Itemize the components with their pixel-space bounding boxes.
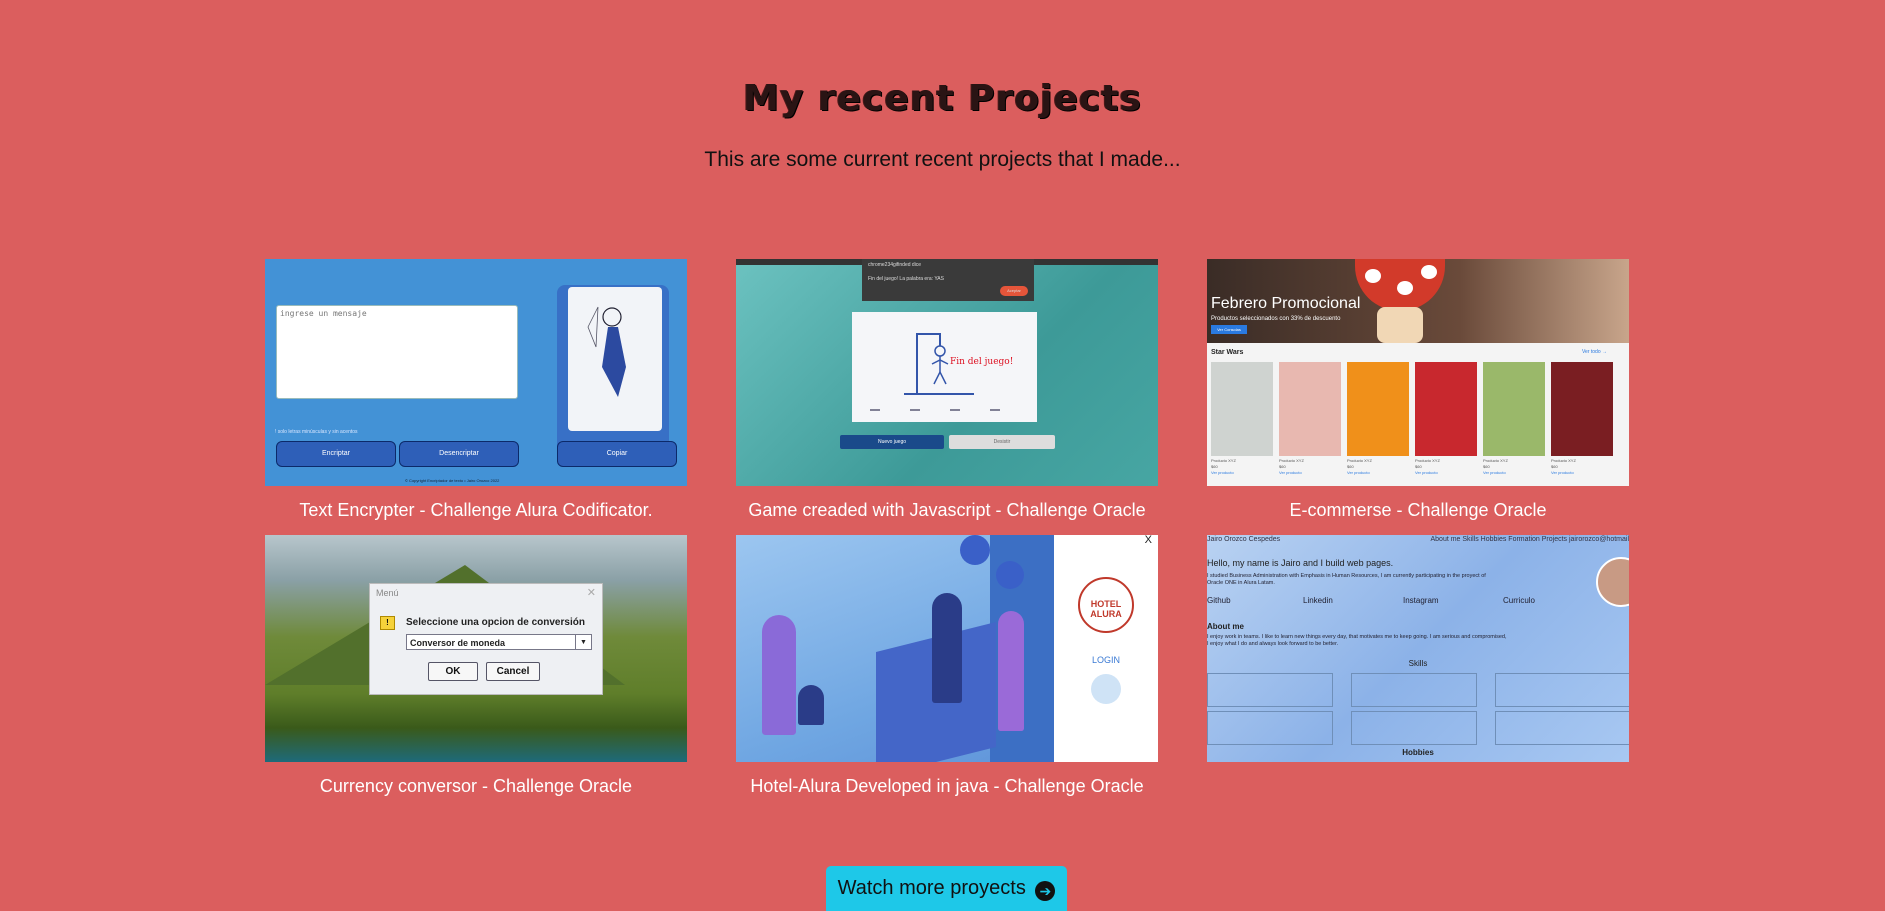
section-subtitle: This are some current recent projects th…: [704, 148, 1181, 171]
thumb-login-text: LOGIN: [1091, 655, 1120, 665]
watch-more-button[interactable]: Watch more proyects ➔: [826, 866, 1067, 911]
project-thumbnail[interactable]: Febrero Promocional Productos selecciona…: [1207, 259, 1629, 486]
thumb-hobbies-title: Hobbies: [1402, 748, 1434, 757]
thumb-hangman-board: Fin del juego!: [852, 312, 1037, 422]
thumb-skill-box: [1351, 673, 1477, 707]
project-card-portfolio[interactable]: Jairo Orozco Cespedes About me Skills Ho…: [1207, 535, 1629, 762]
thumb-hotel-logo: HOTEL ALURA: [1078, 577, 1134, 633]
thumb-hero-subtitle: Productos seleccionados con 33% de descu…: [1211, 316, 1341, 322]
thumb-footer: © Copyright Encriptador de texto • Jairo…: [405, 478, 500, 483]
thumb-product-image: [1415, 362, 1477, 456]
thumb-window-title: Menú: [376, 588, 399, 598]
thumb-category-title: Star Wars: [1211, 349, 1244, 356]
project-card-hotel[interactable]: X HOTEL ALURA LOGIN Hotel-Alura Develope…: [736, 535, 1158, 797]
thumb-product-label: Producto XYZ $60 Ver producto: [1551, 458, 1576, 475]
thumb-dialog-window: Menú ✕ ! Seleccione una opcion de conver…: [369, 583, 603, 695]
thumb-dialog-ok: Aceptar: [1000, 286, 1028, 296]
thumb-decrypt-button: Desencriptar: [399, 441, 519, 467]
thumb-product-label: Producto XYZ $60 Ver producto: [1211, 458, 1236, 475]
thumb-about-title: About me: [1207, 622, 1244, 631]
thumb-prompt: Seleccione una opcion de conversión: [406, 617, 585, 628]
watch-more-label: Watch more proyects: [837, 877, 1026, 899]
arrow-right-circle-icon: ➔: [1035, 881, 1056, 901]
project-thumbnail[interactable]: chrome234gifinded dice Fin del juego! La…: [736, 259, 1158, 486]
thumb-product-label: Producto XYZ $60 Ver producto: [1279, 458, 1304, 475]
thumb-about-text: I enjoy work in teams. I like to learn n…: [1207, 634, 1507, 647]
thumb-link-github: Github: [1207, 596, 1231, 605]
project-caption[interactable]: Text Encrypter - Challenge Alura Codific…: [265, 500, 687, 521]
thumb-product-label: Producto XYZ $60 Ver producto: [1347, 458, 1372, 475]
project-card-encrypter[interactable]: ingrese un mensaje ! solo letras minúscu…: [265, 259, 687, 521]
thumb-product-image: [1551, 362, 1613, 456]
thumb-person: [932, 593, 962, 703]
thumb-encrypt-button: Encriptar: [276, 441, 396, 467]
thumb-product-image: [1347, 362, 1409, 456]
thumb-skill-box: [1351, 711, 1477, 745]
thumb-skill-box: [1207, 673, 1333, 707]
thumb-hero-title: Febrero Promocional: [1211, 295, 1361, 312]
thumb-hello: Hello, my name is Jairo and I build web …: [1207, 558, 1394, 568]
thumb-product-label: Producto XYZ $60 Ver producto: [1415, 458, 1440, 475]
thumb-select: Conversor de moneda ▼: [406, 634, 592, 650]
project-caption[interactable]: Currency conversor - Challenge Oracle: [265, 776, 687, 797]
projects-grid: ingrese un mensaje ! solo letras minúscu…: [265, 259, 1629, 799]
project-card-currency[interactable]: Menú ✕ ! Seleccione una opcion de conver…: [265, 535, 687, 797]
thumb-person: [762, 615, 796, 735]
thumb-link-instagram: Instagram: [1403, 596, 1439, 605]
thumb-description: I studied Business Administration with E…: [1207, 573, 1486, 586]
thumb-note: ! solo letras minúsculas y sin acentos: [275, 429, 358, 435]
thumb-skill-box: [1495, 711, 1629, 745]
thumb-balloon: [996, 561, 1024, 589]
thumb-skill-box: [1207, 711, 1333, 745]
project-thumbnail[interactable]: X HOTEL ALURA LOGIN: [736, 535, 1158, 762]
thumb-product-image: [1211, 362, 1273, 456]
thumb-suitcase: [798, 685, 824, 725]
thumb-skills-title: Skills: [1408, 659, 1428, 668]
project-thumbnail[interactable]: Jairo Orozco Cespedes About me Skills Ho…: [1207, 535, 1629, 762]
thumb-new-game-button: Nuevo juego: [840, 435, 944, 449]
thumb-product-image: [1483, 362, 1545, 456]
project-caption[interactable]: Game creaded with Javascript - Challenge…: [736, 500, 1158, 521]
thumb-cancel-button: Cancel: [486, 662, 540, 681]
thumb-alert-dialog: chrome234gifinded dice Fin del juego! La…: [862, 259, 1034, 301]
project-card-ecommerce[interactable]: Febrero Promocional Productos selecciona…: [1207, 259, 1629, 521]
thumb-see-all-link: Ver todo →: [1581, 349, 1607, 355]
thumb-link-linkedin: Linkedin: [1303, 596, 1333, 605]
thumb-nav-links: About me Skills Hobbies Formation Projec…: [1430, 536, 1629, 543]
thumb-ok-button: OK: [428, 662, 478, 681]
thumb-avatar: [1596, 557, 1629, 607]
warning-icon: !: [380, 616, 395, 630]
thumb-skill-box: [1495, 673, 1629, 707]
thumb-product-label: Producto XYZ $60 Ver producto: [1483, 458, 1508, 475]
thumb-dialog-line2: Fin del juego! La palabra era: YAS: [868, 276, 944, 282]
thumb-copy-button: Copiar: [557, 441, 677, 467]
close-icon: X: [1144, 535, 1152, 546]
thumb-textarea: ingrese un mensaje: [276, 305, 518, 399]
project-card-hangman[interactable]: chrome234gifinded dice Fin del juego! La…: [736, 259, 1158, 521]
thumb-product-image: [1279, 362, 1341, 456]
thumb-balloon: [960, 535, 990, 565]
section-title: My recent Projects: [743, 78, 1142, 119]
chevron-down-icon: ▼: [575, 635, 591, 649]
close-icon: ✕: [586, 587, 596, 599]
thumb-dialog-line1: chrome234gifinded dice: [868, 262, 922, 268]
thumb-person: [998, 611, 1024, 731]
project-caption[interactable]: E-commerse - Challenge Oracle: [1207, 500, 1629, 521]
user-icon: [1091, 674, 1121, 704]
thumb-game-over-text: Fin del juego!: [950, 357, 1013, 367]
thumb-login-panel: [1054, 535, 1158, 762]
thumb-mushroom-stem: [1377, 307, 1423, 343]
thumb-give-up-button: Desistir: [949, 435, 1055, 449]
project-caption[interactable]: Hotel-Alura Developed in java - Challeng…: [736, 776, 1158, 797]
project-thumbnail[interactable]: ingrese un mensaje ! solo letras minúscu…: [265, 259, 687, 486]
project-thumbnail[interactable]: Menú ✕ ! Seleccione una opcion de conver…: [265, 535, 687, 762]
thumb-illustration: [568, 287, 662, 431]
thumb-link-curriculo: Curriculo: [1503, 596, 1536, 605]
thumb-hero-button: Ver Consolas: [1211, 325, 1247, 334]
